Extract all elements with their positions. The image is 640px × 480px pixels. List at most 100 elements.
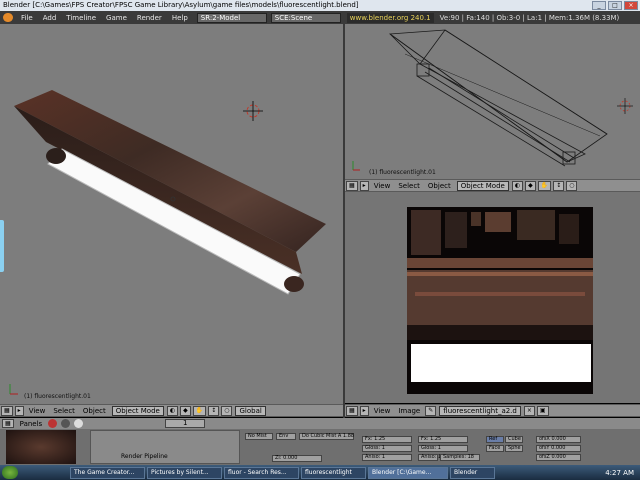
menu-render[interactable]: Render <box>132 14 167 22</box>
ofs-y-field[interactable]: ofsY 0.000 <box>536 445 581 452</box>
blender-logo-icon <box>3 13 13 22</box>
header-menu-object[interactable]: Object <box>79 407 110 415</box>
task-search[interactable]: fluor - Search Res... <box>224 466 299 479</box>
rotate-icon[interactable]: ○ <box>566 180 578 191</box>
viewport-object-label: (1) fluorescentlight.01 <box>369 169 436 176</box>
menu-file[interactable]: File <box>16 14 38 22</box>
menu-toggle-icon[interactable]: ▸ <box>14 405 24 416</box>
scene-stats: Ve:90 | Fa:140 | Ob:3-0 | La:1 | Mem:1.3… <box>439 13 620 22</box>
samples-field[interactable]: Samples: 18 <box>440 454 480 461</box>
main-3d-viewport[interactable]: (1) fluorescentlight.01 <box>0 24 343 404</box>
wireframe-viewport[interactable]: (1) fluorescentlight.01 <box>345 24 640 179</box>
image-name-field[interactable]: fluorescentlight_a2.d <box>439 405 521 416</box>
windows-taskbar: The Game Creator... Pictures by Silent..… <box>0 465 640 480</box>
gloss-field-1[interactable]: Gloss: 1 <box>362 445 412 452</box>
ofs-x-field[interactable]: ofsX 0.000 <box>536 436 581 443</box>
wireframe-model <box>352 29 633 171</box>
fx-field-1[interactable]: Fx: 1.25 <box>362 436 412 443</box>
menu-toggle-icon[interactable]: ▸ <box>359 180 369 191</box>
header-menu-object[interactable]: Object <box>424 182 455 190</box>
buttons-window: ▦ Panels 1 Render Pipeline No Mist Env D… <box>0 418 640 465</box>
image-editor-header: ▦ ▸ View Image ✎ fluorescentlight_a2.d ×… <box>345 404 640 417</box>
render-pipeline-panel: Render Pipeline <box>90 430 240 464</box>
refl-mode-button[interactable]: Ref <box>486 436 504 443</box>
face-mode-button[interactable]: Face <box>486 445 504 452</box>
ofs-z-field[interactable]: ofsZ 0.000 <box>536 454 581 461</box>
menu-add[interactable]: Add <box>38 14 62 22</box>
aniso-field-2[interactable]: Aniso: 1 <box>418 454 441 461</box>
task-fluorescentlight[interactable]: fluorescentlight <box>301 466 366 479</box>
minimize-button[interactable]: _ <box>592 1 606 10</box>
sphere-mode-button[interactable]: Sphe <box>505 445 523 452</box>
window-controls: _ □ × <box>592 1 638 10</box>
maximize-button[interactable]: □ <box>608 1 622 10</box>
panels-label[interactable]: Panels <box>16 420 47 428</box>
header-menu-select[interactable]: Select <box>49 407 79 415</box>
viewport-object-label: (1) fluorescentlight.01 <box>24 393 91 400</box>
fx-field-2[interactable]: Fx: 1.25 <box>418 436 468 443</box>
material-icon[interactable] <box>48 419 58 428</box>
manipulator-icon[interactable]: ✋ <box>537 180 552 191</box>
mode-dropdown[interactable]: Object Mode <box>111 405 164 416</box>
start-button[interactable] <box>2 466 18 479</box>
translate-icon[interactable]: ↕ <box>553 180 565 191</box>
draw-type-icon[interactable]: ◐ <box>166 405 179 416</box>
header-menu-select[interactable]: Select <box>394 182 424 190</box>
cube-mode-button[interactable]: Cube <box>505 436 523 443</box>
frame-field[interactable]: 1 <box>165 419 206 428</box>
buttons-window-header: ▦ Panels 1 <box>0 418 640 429</box>
editor-type-button[interactable]: ▦ <box>1 405 13 416</box>
blender-site-label: www.blender.org 240.1 <box>346 12 434 23</box>
translate-icon[interactable]: ↕ <box>208 405 220 416</box>
menu-help[interactable]: Help <box>167 14 193 22</box>
texture-image <box>407 207 593 394</box>
pin-icon[interactable]: ✎ <box>425 405 437 416</box>
3d-cursor-icon <box>243 101 263 121</box>
gloss-field-2[interactable]: Gloss: 1 <box>418 445 468 452</box>
pack-icon[interactable]: ▣ <box>536 405 549 416</box>
mode-dropdown[interactable]: Object Mode <box>456 180 509 191</box>
close-button[interactable]: × <box>624 1 638 10</box>
editor-type-button[interactable]: ▦ <box>2 419 14 428</box>
axis-gizmo-icon <box>9 384 18 395</box>
rotate-icon[interactable]: ○ <box>221 405 233 416</box>
z-value-field[interactable]: Zi: 0.000 <box>272 455 322 462</box>
header-menu-view[interactable]: View <box>370 407 395 415</box>
uv-image-editor[interactable] <box>345 192 640 403</box>
3d-cursor-icon <box>617 98 633 114</box>
env-toggle[interactable]: Env <box>276 433 296 440</box>
menu-timeline[interactable]: Timeline <box>61 14 101 22</box>
pivot-icon[interactable]: ◆ <box>180 405 191 416</box>
side-tab-handle[interactable] <box>0 220 4 272</box>
pivot-icon[interactable]: ◆ <box>525 180 536 191</box>
screen-selector[interactable]: SR:2-Model <box>196 12 267 23</box>
close-image-icon[interactable]: × <box>523 405 535 416</box>
menu-bar: File Add Timeline Game Render Help SR:2-… <box>0 11 640 24</box>
main-viewport-header: ▦ ▸ View Select Object Object Mode ◐ ◆ ✋… <box>0 404 343 417</box>
window-title-bar: Blender [C:\Games\FPS Creator\FPSC Game … <box>0 0 640 11</box>
task-game-creator[interactable]: The Game Creator... <box>70 466 145 479</box>
aniso-field-1[interactable]: Aniso: 1 <box>362 454 412 461</box>
editor-type-button[interactable]: ▦ <box>346 405 358 416</box>
material-preview <box>6 430 76 464</box>
draw-type-icon[interactable]: ◐ <box>511 180 524 191</box>
editor-type-button[interactable]: ▦ <box>346 180 358 191</box>
header-menu-view[interactable]: View <box>25 407 50 415</box>
task-pictures[interactable]: Pictures by Silent... <box>147 466 222 479</box>
mist-settings-field[interactable]: Do Cubic Mist A 1.88 <box>299 433 354 440</box>
system-clock: 4:27 AM <box>605 468 634 477</box>
shading-icon[interactable] <box>74 419 84 428</box>
menu-toggle-icon[interactable]: ▸ <box>359 405 369 416</box>
header-menu-view[interactable]: View <box>370 182 395 190</box>
wireframe-viewport-header: ▦ ▸ View Select Object Object Mode ◐ ◆ ✋… <box>345 179 640 192</box>
fluorescent-light-model <box>9 90 326 395</box>
scene-selector[interactable]: SCE:Scene <box>270 12 341 23</box>
mist-toggle[interactable]: No Mist <box>245 433 273 440</box>
world-icon[interactable] <box>61 419 71 428</box>
header-menu-image[interactable]: Image <box>394 407 424 415</box>
task-blender-window[interactable]: Blender [C:\Game... <box>368 466 448 479</box>
manipulator-icon[interactable]: ✋ <box>192 405 207 416</box>
orientation-dropdown[interactable]: Global <box>235 405 266 416</box>
menu-game[interactable]: Game <box>101 14 132 22</box>
task-blender[interactable]: Blender <box>450 466 495 479</box>
